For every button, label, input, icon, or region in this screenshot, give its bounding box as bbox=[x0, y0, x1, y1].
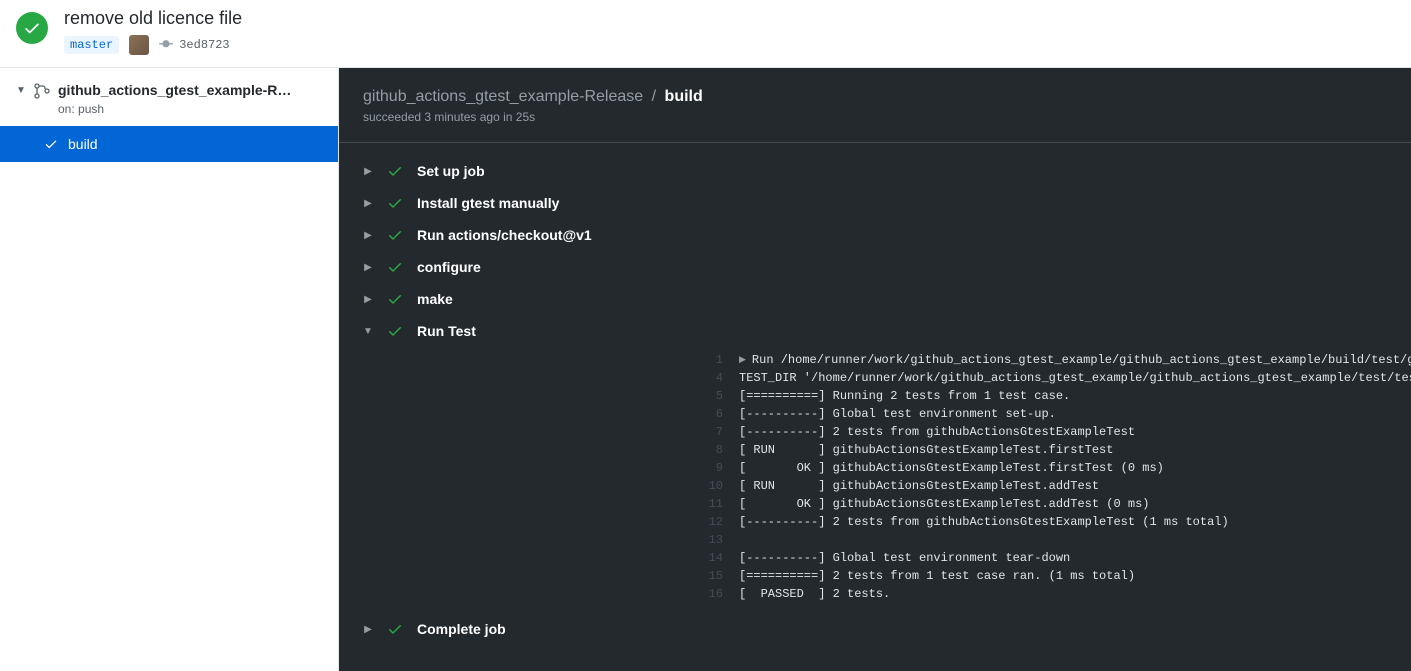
caret-right-icon: ▶ bbox=[363, 294, 373, 305]
commit-title: remove old licence file bbox=[64, 8, 1395, 29]
step-name: Install gtest manually bbox=[417, 195, 559, 211]
line-number: 6 bbox=[691, 405, 739, 423]
caret-right-icon: ▶ bbox=[363, 262, 373, 273]
step-name: Complete job bbox=[417, 621, 506, 637]
author-avatar[interactable] bbox=[129, 35, 149, 55]
log-line: 1▶Run /home/runner/work/github_actions_g… bbox=[339, 351, 1411, 369]
line-content: TEST_DIR '/home/runner/work/github_actio… bbox=[739, 369, 1411, 387]
line-content: [==========] 2 tests from 1 test case ra… bbox=[739, 567, 1135, 585]
commit-hash[interactable]: 3ed8723 bbox=[159, 37, 229, 54]
check-icon bbox=[387, 163, 403, 179]
step-name: Run Test bbox=[417, 323, 476, 339]
sidebar-job-build[interactable]: build bbox=[0, 126, 338, 162]
breadcrumb-workflow: github_actions_gtest_example-Release bbox=[363, 88, 643, 105]
log-block: 1▶Run /home/runner/work/github_actions_g… bbox=[339, 347, 1411, 613]
check-icon bbox=[387, 621, 403, 637]
workflow-icon bbox=[34, 83, 50, 102]
line-number: 4 bbox=[691, 369, 739, 387]
line-number: 13 bbox=[691, 531, 739, 549]
check-icon bbox=[387, 323, 403, 339]
breadcrumb-job: build bbox=[665, 88, 703, 105]
log-line: 5[==========] Running 2 tests from 1 tes… bbox=[339, 387, 1411, 405]
line-number: 1 bbox=[691, 351, 739, 369]
log-line: 8[ RUN ] githubActionsGtestExampleTest.f… bbox=[339, 441, 1411, 459]
branch-badge[interactable]: master bbox=[64, 36, 119, 54]
line-content: [----------] 2 tests from githubActionsG… bbox=[739, 423, 1135, 441]
caret-right-icon: ▶ bbox=[363, 198, 373, 209]
line-content: [ RUN ] githubActionsGtestExampleTest.fi… bbox=[739, 441, 1113, 459]
step-name: make bbox=[417, 291, 453, 307]
line-number: 14 bbox=[691, 549, 739, 567]
status-success-icon bbox=[16, 12, 48, 44]
line-number: 15 bbox=[691, 567, 739, 585]
workflow-trigger: on: push bbox=[58, 102, 322, 116]
workflow-header[interactable]: ▼ github_actions_gtest_example-R… on: pu… bbox=[0, 68, 338, 126]
log-line: 13 bbox=[339, 531, 1411, 549]
line-content: [----------] Global test environment set… bbox=[739, 405, 1056, 423]
step-row[interactable]: ▶ Install gtest manually bbox=[339, 187, 1411, 219]
caret-down-icon: ▼ bbox=[16, 85, 26, 96]
step-row[interactable]: ▶ Run actions/checkout@v1 bbox=[339, 219, 1411, 251]
line-content: [----------] Global test environment tea… bbox=[739, 549, 1070, 567]
check-icon bbox=[387, 259, 403, 275]
log-line: 9[ OK ] githubActionsGtestExampleTest.fi… bbox=[339, 459, 1411, 477]
log-line: 11[ OK ] githubActionsGtestExampleTest.a… bbox=[339, 495, 1411, 513]
sidebar: ▼ github_actions_gtest_example-R… on: pu… bbox=[0, 68, 339, 671]
step-row[interactable]: ▶ Complete job bbox=[339, 613, 1411, 645]
commit-hash-text: 3ed8723 bbox=[179, 38, 229, 52]
line-content: [ OK ] githubActionsGtestExampleTest.fir… bbox=[739, 459, 1164, 477]
caret-right-icon: ▶ bbox=[363, 166, 373, 177]
check-icon bbox=[387, 195, 403, 211]
line-content: [ OK ] githubActionsGtestExampleTest.add… bbox=[739, 495, 1149, 513]
line-content: [==========] Running 2 tests from 1 test… bbox=[739, 387, 1070, 405]
step-row[interactable]: ▶ Set up job bbox=[339, 155, 1411, 187]
caret-down-icon: ▼ bbox=[363, 326, 373, 337]
caret-right-icon[interactable]: ▶ bbox=[739, 351, 746, 369]
log-panel: github_actions_gtest_example-Release / b… bbox=[339, 68, 1411, 671]
log-line: 16[ PASSED ] 2 tests. bbox=[339, 585, 1411, 603]
log-line: 4TEST_DIR '/home/runner/work/github_acti… bbox=[339, 369, 1411, 387]
line-content: [ RUN ] githubActionsGtestExampleTest.ad… bbox=[739, 477, 1099, 495]
line-number: 5 bbox=[691, 387, 739, 405]
step-row[interactable]: ▶ configure bbox=[339, 251, 1411, 283]
commit-icon bbox=[159, 37, 173, 54]
step-name: Run actions/checkout@v1 bbox=[417, 227, 592, 243]
check-icon bbox=[387, 291, 403, 307]
breadcrumb-separator: / bbox=[652, 88, 656, 105]
log-line: 12[----------] 2 tests from githubAction… bbox=[339, 513, 1411, 531]
line-number: 16 bbox=[691, 585, 739, 603]
line-number: 12 bbox=[691, 513, 739, 531]
log-line: 7[----------] 2 tests from githubActions… bbox=[339, 423, 1411, 441]
caret-right-icon: ▶ bbox=[363, 230, 373, 241]
sidebar-job-label: build bbox=[68, 136, 98, 152]
step-name: Set up job bbox=[417, 163, 485, 179]
line-content: ▶Run /home/runner/work/github_actions_gt… bbox=[739, 351, 1411, 369]
line-number: 7 bbox=[691, 423, 739, 441]
status-line: succeeded 3 minutes ago in 25s bbox=[363, 110, 1387, 124]
line-number: 9 bbox=[691, 459, 739, 477]
log-line: 10[ RUN ] githubActionsGtestExampleTest.… bbox=[339, 477, 1411, 495]
line-number: 11 bbox=[691, 495, 739, 513]
check-icon bbox=[44, 137, 58, 151]
step-name: configure bbox=[417, 259, 481, 275]
breadcrumb: github_actions_gtest_example-Release / b… bbox=[363, 88, 1387, 106]
page-header: remove old licence file master 3ed8723 bbox=[0, 0, 1411, 68]
caret-right-icon: ▶ bbox=[363, 624, 373, 635]
log-line: 14[----------] Global test environment t… bbox=[339, 549, 1411, 567]
log-line: 6[----------] Global test environment se… bbox=[339, 405, 1411, 423]
log-line: 15[==========] 2 tests from 1 test case … bbox=[339, 567, 1411, 585]
step-row[interactable]: ▶ make bbox=[339, 283, 1411, 315]
line-content: [----------] 2 tests from githubActionsG… bbox=[739, 513, 1229, 531]
step-row[interactable]: ▼ Run Test bbox=[339, 315, 1411, 347]
line-content: [ PASSED ] 2 tests. bbox=[739, 585, 890, 603]
check-icon bbox=[387, 227, 403, 243]
line-number: 10 bbox=[691, 477, 739, 495]
workflow-name: github_actions_gtest_example-R… bbox=[58, 82, 322, 98]
line-number: 8 bbox=[691, 441, 739, 459]
